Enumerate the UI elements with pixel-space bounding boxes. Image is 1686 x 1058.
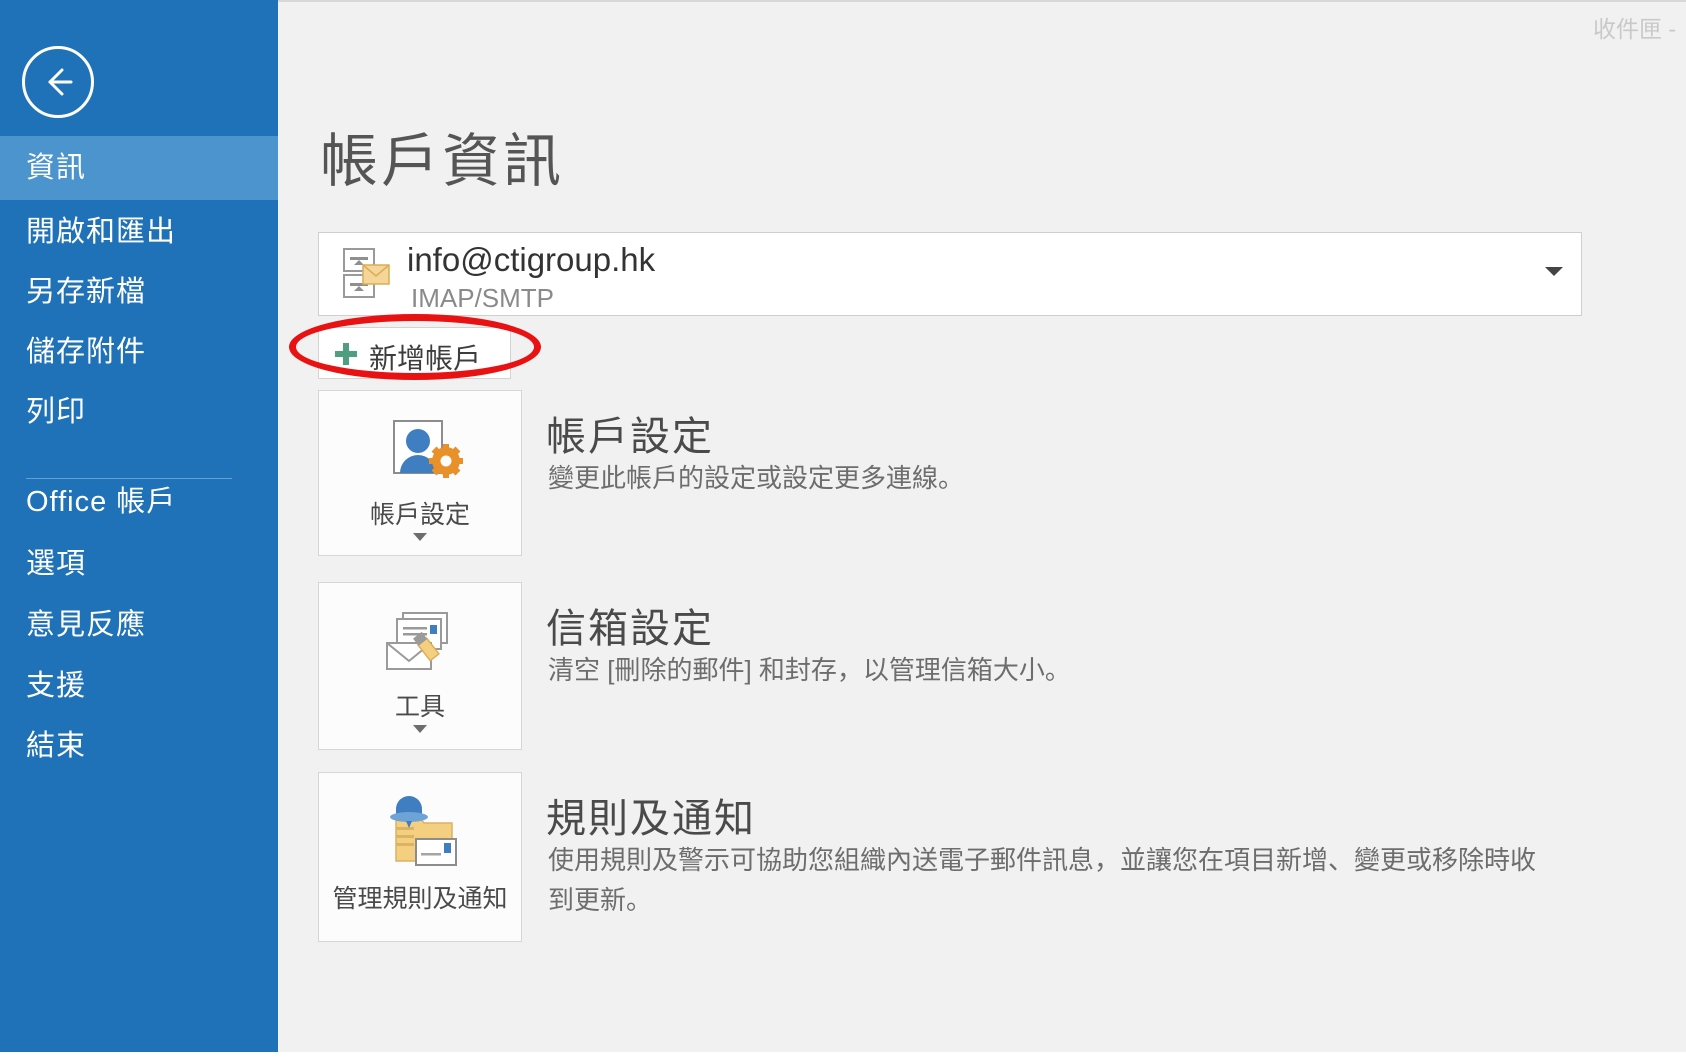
backstage-content: 收件匣 - 帳戶資訊 info@ctigroup.hk IMAP/SMTP 新增…: [278, 0, 1686, 1052]
add-account-label: 新增帳戶: [369, 343, 482, 374]
sidebar-item-label: 列印: [26, 396, 87, 428]
section-title: 信箱設定: [546, 607, 714, 651]
outlook-backstage-view: 資訊 開啟和匯出 另存新檔 儲存附件 列印 Office 帳戶 選項 意見反應 …: [0, 0, 1686, 1058]
manage-rules-alerts-tile[interactable]: 管理規則及通知: [318, 772, 522, 942]
plus-icon: [335, 343, 357, 365]
backstage-sidebar: 資訊 開啟和匯出 另存新檔 儲存附件 列印 Office 帳戶 選項 意見反應 …: [0, 0, 278, 1052]
account-email-label: info@ctigroup.hk: [407, 241, 656, 278]
sidebar-item-label: 儲存附件: [26, 336, 147, 368]
sidebar-item-label: 結束: [26, 730, 87, 762]
sidebar-item-office-account[interactable]: Office 帳戶: [0, 470, 278, 534]
sidebar-item-label: Office 帳戶: [26, 486, 177, 518]
section-description: 變更此帳戶的設定或設定更多連線。: [548, 463, 965, 493]
sidebar-item-label: 資訊: [26, 152, 87, 184]
mail-account-icon: [343, 248, 390, 298]
sidebar-item-save-as[interactable]: 另存新檔: [0, 260, 278, 324]
back-arrow-glyph: [48, 68, 73, 96]
account-selector[interactable]: info@ctigroup.hk IMAP/SMTP: [318, 232, 1582, 316]
tile-label: 工具: [394, 693, 445, 721]
sidebar-item-save-attachments[interactable]: 儲存附件: [0, 320, 278, 384]
sidebar-item-print[interactable]: 列印: [0, 380, 278, 444]
sidebar-item-label: 選項: [26, 548, 87, 580]
section-title: 規則及通知: [546, 797, 756, 841]
rules-alerts-icon: [390, 796, 457, 866]
mailbox-tools-tile[interactable]: 工具: [318, 582, 522, 750]
section-title: 帳戶設定: [546, 415, 714, 459]
chevron-down-icon[interactable]: [413, 725, 427, 733]
account-settings-tile[interactable]: 帳戶設定: [318, 390, 522, 556]
mailbox-cleanup-tools-icon: [386, 612, 448, 670]
sidebar-item-label: 開啟和匯出: [26, 216, 177, 248]
sidebar-item-open-export[interactable]: 開啟和匯出: [0, 200, 278, 264]
section-description: 清空 [刪除的郵件] 和封存，以管理信箱大小。: [548, 655, 1071, 685]
section-description: 使用規則及警示可協助您組織內送電子郵件訊息，並讓您在項目新增、變更或移除時收到更…: [548, 845, 1537, 915]
add-account-button[interactable]: 新增帳戶: [318, 327, 511, 379]
sidebar-item-support[interactable]: 支援: [0, 654, 278, 718]
chevron-down-icon[interactable]: [413, 533, 427, 541]
back-arrow-icon[interactable]: [22, 46, 94, 118]
sidebar-item-info[interactable]: 資訊: [0, 136, 278, 200]
sidebar-item-label: 支援: [26, 670, 87, 702]
account-settings-icon: [393, 420, 463, 478]
window-title-label: 收件匣 -: [1592, 16, 1676, 42]
tile-label: 帳戶設定: [369, 501, 470, 529]
page-title: 帳戶資訊: [320, 129, 565, 194]
sidebar-item-label: 另存新檔: [26, 276, 147, 308]
tile-label: 管理規則及通知: [332, 885, 508, 913]
sidebar-item-exit[interactable]: 結束: [0, 714, 278, 778]
sidebar-item-feedback[interactable]: 意見反應: [0, 593, 278, 657]
sidebar-item-options[interactable]: 選項: [0, 532, 278, 596]
sidebar-item-label: 意見反應: [26, 609, 147, 641]
chevron-down-icon[interactable]: [1545, 267, 1563, 276]
account-protocol-label: IMAP/SMTP: [411, 283, 555, 313]
